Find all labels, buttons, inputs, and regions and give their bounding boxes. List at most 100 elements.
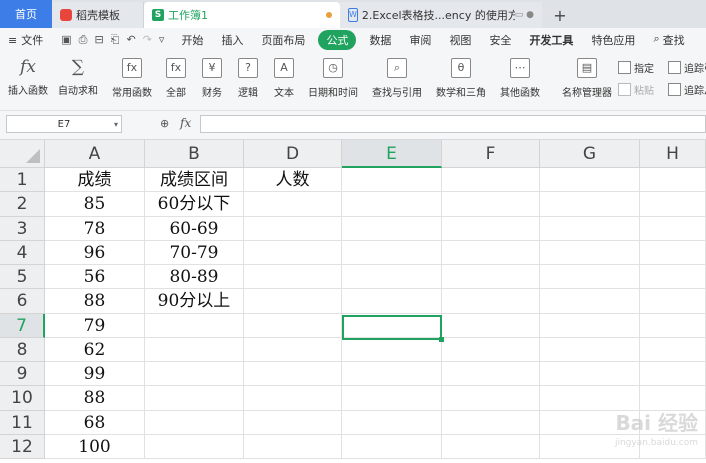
save-icon[interactable]: ▣: [61, 33, 71, 47]
cell-g[interactable]: [540, 386, 640, 411]
finance-button[interactable]: ¥ 财务: [202, 56, 222, 104]
chevron-down-icon[interactable]: ▾: [114, 116, 118, 134]
row-header[interactable]: 1: [0, 168, 45, 193]
cell-a[interactable]: 88: [45, 386, 145, 411]
cell-g[interactable]: [540, 362, 640, 387]
export-icon[interactable]: ⎗: [111, 33, 120, 47]
menu-formulas[interactable]: 公式: [318, 30, 357, 50]
cell-d[interactable]: [244, 240, 342, 265]
specify-button[interactable]: 指定: [618, 60, 654, 75]
cell-b[interactable]: [145, 337, 244, 362]
tab-workbook[interactable]: S 工作簿1: [144, 2, 340, 28]
undo-icon[interactable]: ↶: [126, 33, 135, 47]
column-header-g[interactable]: G: [540, 140, 640, 168]
menu-data[interactable]: 数据: [360, 32, 400, 48]
cell-f[interactable]: [442, 313, 540, 338]
trace-dependents-button[interactable]: 追踪从: [668, 82, 706, 97]
row-header[interactable]: 9: [0, 362, 45, 387]
cell-b[interactable]: 成绩区间: [145, 168, 244, 193]
cell-h[interactable]: [640, 192, 706, 217]
cell-b[interactable]: [145, 386, 244, 411]
cell-a[interactable]: 79: [45, 313, 145, 338]
cell-f[interactable]: [442, 362, 540, 387]
cell-g[interactable]: [540, 192, 640, 217]
cell-f[interactable]: [442, 168, 540, 193]
cell-b[interactable]: [145, 434, 244, 459]
cell-b[interactable]: [145, 313, 244, 338]
redo-icon[interactable]: ↷: [143, 33, 152, 47]
cell-h[interactable]: [640, 265, 706, 290]
fill-handle[interactable]: [439, 337, 444, 342]
insert-function-button[interactable]: fx 插入函数: [8, 56, 48, 104]
cell-g[interactable]: [540, 168, 640, 193]
cell-f[interactable]: [442, 265, 540, 290]
menu-security[interactable]: 安全: [480, 32, 520, 48]
row-header[interactable]: 12: [0, 434, 45, 459]
cell-d[interactable]: 人数: [244, 168, 342, 193]
cell-h[interactable]: [640, 240, 706, 265]
formula-input[interactable]: [200, 115, 706, 133]
cell-a[interactable]: 85: [45, 192, 145, 217]
cell-d[interactable]: [244, 192, 342, 217]
print-icon[interactable]: ⊟: [94, 33, 103, 47]
menu-home[interactable]: 开始: [172, 32, 212, 48]
menu-page-layout[interactable]: 页面布局: [252, 32, 314, 48]
cell-a[interactable]: 99: [45, 362, 145, 387]
cell-e[interactable]: [342, 386, 442, 411]
datetime-button[interactable]: ◷ 日期和时间: [308, 56, 358, 104]
column-header-b[interactable]: B: [145, 140, 244, 168]
cell-d[interactable]: [244, 386, 342, 411]
cell-b[interactable]: 70-79: [145, 240, 244, 265]
cell-e[interactable]: [342, 168, 442, 193]
tab-daoke-templates[interactable]: 稻壳模板: [52, 2, 144, 28]
cell-a[interactable]: 100: [45, 434, 145, 459]
cell-g[interactable]: [540, 313, 640, 338]
cell-e[interactable]: [342, 362, 442, 387]
cell-g[interactable]: [540, 289, 640, 314]
cell-g[interactable]: [540, 216, 640, 241]
cell-f[interactable]: [442, 240, 540, 265]
trace-precedents-button[interactable]: 追踪引: [668, 60, 706, 75]
cell-d[interactable]: [244, 216, 342, 241]
cell-a[interactable]: 56: [45, 265, 145, 290]
print-preview-icon[interactable]: ⎙: [79, 33, 88, 47]
all-functions-button[interactable]: fx 全部: [166, 56, 186, 104]
column-header-h[interactable]: H: [640, 140, 706, 168]
cell-h[interactable]: [640, 289, 706, 314]
cell-a[interactable]: 88: [45, 289, 145, 314]
customize-icon[interactable]: ▿: [159, 33, 165, 47]
cell-e[interactable]: [342, 289, 442, 314]
cell-d[interactable]: [244, 265, 342, 290]
fx-icon[interactable]: fx: [180, 116, 191, 130]
autosum-button[interactable]: ∑ 自动求和: [58, 56, 98, 104]
row-header[interactable]: 5: [0, 265, 45, 290]
text-button[interactable]: A 文本: [274, 56, 294, 104]
cell-b[interactable]: 60分以下: [145, 192, 244, 217]
cell-a[interactable]: 96: [45, 240, 145, 265]
column-header-f[interactable]: F: [442, 140, 540, 168]
row-header[interactable]: 6: [0, 289, 45, 314]
cell-f[interactable]: [442, 337, 540, 362]
file-menu[interactable]: ≡ 文件: [0, 32, 53, 48]
row-header[interactable]: 2: [0, 192, 45, 217]
cell-e[interactable]: [342, 410, 442, 435]
cell-g[interactable]: [540, 240, 640, 265]
cell-a[interactable]: 62: [45, 337, 145, 362]
cell-e[interactable]: [342, 265, 442, 290]
cell-h[interactable]: [640, 386, 706, 411]
column-header-e[interactable]: E: [342, 140, 442, 168]
zoom-icon[interactable]: ⊕: [160, 117, 169, 130]
cell-b[interactable]: [145, 410, 244, 435]
cell-f[interactable]: [442, 410, 540, 435]
row-header[interactable]: 10: [0, 386, 45, 411]
menu-view[interactable]: 视图: [440, 32, 480, 48]
new-tab-button[interactable]: +: [542, 2, 578, 28]
cell-e[interactable]: [342, 216, 442, 241]
name-box[interactable]: E7 ▾: [6, 115, 122, 133]
cell-d[interactable]: [244, 337, 342, 362]
cell-e[interactable]: [342, 434, 442, 459]
menu-insert[interactable]: 插入: [212, 32, 252, 48]
cell-d[interactable]: [244, 410, 342, 435]
logic-button[interactable]: ? 逻辑: [238, 56, 258, 104]
row-header[interactable]: 3: [0, 216, 45, 241]
